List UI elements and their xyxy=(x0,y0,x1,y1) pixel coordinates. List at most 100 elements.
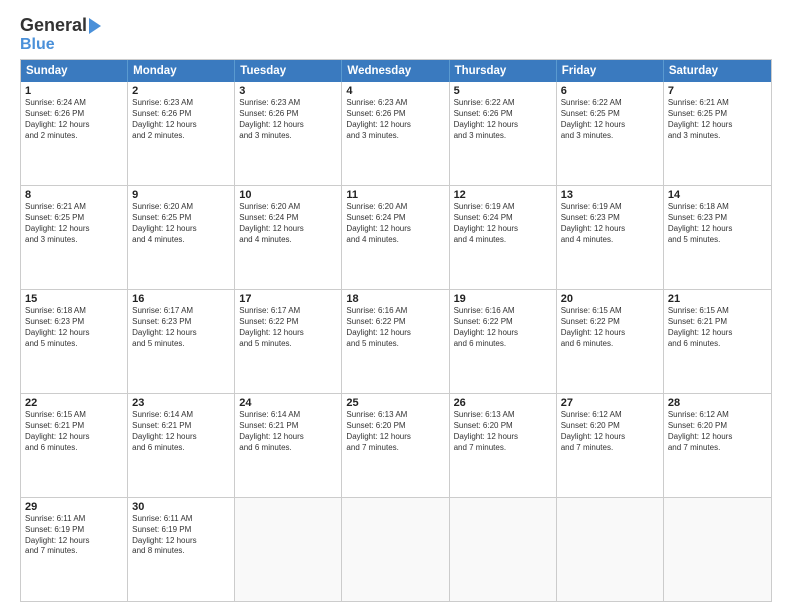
empty-cell xyxy=(557,498,664,601)
day-number: 3 xyxy=(239,85,337,97)
cell-line: Sunrise: 6:15 AM xyxy=(25,410,123,421)
day-cell-8: 8Sunrise: 6:21 AMSunset: 6:25 PMDaylight… xyxy=(21,186,128,289)
day-cell-17: 17Sunrise: 6:17 AMSunset: 6:22 PMDayligh… xyxy=(235,290,342,393)
cell-line: Sunrise: 6:15 AM xyxy=(561,306,659,317)
header: General Blue xyxy=(20,16,772,53)
cell-line: Daylight: 12 hours xyxy=(25,328,123,339)
day-cell-2: 2Sunrise: 6:23 AMSunset: 6:26 PMDaylight… xyxy=(128,82,235,185)
logo-general: General xyxy=(20,15,87,35)
cell-line: and 5 minutes. xyxy=(239,339,337,350)
cell-line: Sunset: 6:21 PM xyxy=(25,421,123,432)
day-cell-12: 12Sunrise: 6:19 AMSunset: 6:24 PMDayligh… xyxy=(450,186,557,289)
cell-line: Sunrise: 6:18 AM xyxy=(25,306,123,317)
cell-line: Sunset: 6:26 PM xyxy=(454,109,552,120)
day-number: 16 xyxy=(132,293,230,305)
cell-line: Daylight: 12 hours xyxy=(239,432,337,443)
header-cell-wednesday: Wednesday xyxy=(342,60,449,82)
cell-line: and 5 minutes. xyxy=(346,339,444,350)
cell-line: and 3 minutes. xyxy=(346,131,444,142)
day-cell-20: 20Sunrise: 6:15 AMSunset: 6:22 PMDayligh… xyxy=(557,290,664,393)
cell-line: Daylight: 12 hours xyxy=(668,120,767,131)
empty-cell xyxy=(235,498,342,601)
cell-line: Sunrise: 6:24 AM xyxy=(25,98,123,109)
calendar-header: SundayMondayTuesdayWednesdayThursdayFrid… xyxy=(21,60,771,82)
day-cell-3: 3Sunrise: 6:23 AMSunset: 6:26 PMDaylight… xyxy=(235,82,342,185)
cell-line: Sunrise: 6:16 AM xyxy=(346,306,444,317)
empty-cell xyxy=(664,498,771,601)
cell-line: Daylight: 12 hours xyxy=(239,120,337,131)
cell-line: Daylight: 12 hours xyxy=(346,328,444,339)
cell-line: Sunrise: 6:13 AM xyxy=(454,410,552,421)
header-cell-friday: Friday xyxy=(557,60,664,82)
day-cell-27: 27Sunrise: 6:12 AMSunset: 6:20 PMDayligh… xyxy=(557,394,664,497)
calendar: SundayMondayTuesdayWednesdayThursdayFrid… xyxy=(20,59,772,602)
cell-line: Daylight: 12 hours xyxy=(239,224,337,235)
cell-line: Daylight: 12 hours xyxy=(25,224,123,235)
cell-line: Sunrise: 6:15 AM xyxy=(668,306,767,317)
day-number: 29 xyxy=(25,501,123,513)
day-cell-1: 1Sunrise: 6:24 AMSunset: 6:26 PMDaylight… xyxy=(21,82,128,185)
cell-line: Sunset: 6:21 PM xyxy=(132,421,230,432)
cell-line: Sunset: 6:26 PM xyxy=(132,109,230,120)
day-number: 28 xyxy=(668,397,767,409)
day-cell-21: 21Sunrise: 6:15 AMSunset: 6:21 PMDayligh… xyxy=(664,290,771,393)
cell-line: Sunrise: 6:14 AM xyxy=(132,410,230,421)
cell-line: Sunset: 6:21 PM xyxy=(668,317,767,328)
cell-line: and 3 minutes. xyxy=(561,131,659,142)
cell-line: and 7 minutes. xyxy=(561,443,659,454)
cell-line: Sunset: 6:26 PM xyxy=(25,109,123,120)
cell-line: and 6 minutes. xyxy=(668,339,767,350)
day-number: 5 xyxy=(454,85,552,97)
cell-line: Daylight: 12 hours xyxy=(132,328,230,339)
logo-arrow-icon xyxy=(89,18,101,34)
day-cell-26: 26Sunrise: 6:13 AMSunset: 6:20 PMDayligh… xyxy=(450,394,557,497)
cell-line: Sunrise: 6:23 AM xyxy=(239,98,337,109)
day-cell-23: 23Sunrise: 6:14 AMSunset: 6:21 PMDayligh… xyxy=(128,394,235,497)
cell-line: Sunset: 6:23 PM xyxy=(25,317,123,328)
cell-line: Sunrise: 6:20 AM xyxy=(132,202,230,213)
day-number: 15 xyxy=(25,293,123,305)
calendar-row-4: 22Sunrise: 6:15 AMSunset: 6:21 PMDayligh… xyxy=(21,393,771,497)
day-number: 7 xyxy=(668,85,767,97)
cell-line: Sunset: 6:24 PM xyxy=(454,213,552,224)
cell-line: Sunset: 6:23 PM xyxy=(668,213,767,224)
cell-line: Sunset: 6:24 PM xyxy=(239,213,337,224)
cell-line: and 4 minutes. xyxy=(454,235,552,246)
cell-line: Daylight: 12 hours xyxy=(454,328,552,339)
day-cell-7: 7Sunrise: 6:21 AMSunset: 6:25 PMDaylight… xyxy=(664,82,771,185)
cell-line: Daylight: 12 hours xyxy=(132,536,230,547)
header-cell-monday: Monday xyxy=(128,60,235,82)
day-number: 23 xyxy=(132,397,230,409)
calendar-row-1: 1Sunrise: 6:24 AMSunset: 6:26 PMDaylight… xyxy=(21,82,771,185)
cell-line: and 4 minutes. xyxy=(346,235,444,246)
cell-line: and 5 minutes. xyxy=(132,339,230,350)
page: General Blue SundayMondayTuesdayWednesda… xyxy=(0,0,792,612)
cell-line: Daylight: 12 hours xyxy=(561,432,659,443)
calendar-body: 1Sunrise: 6:24 AMSunset: 6:26 PMDaylight… xyxy=(21,82,771,601)
cell-line: Sunset: 6:22 PM xyxy=(454,317,552,328)
cell-line: Daylight: 12 hours xyxy=(25,120,123,131)
logo-blue: Blue xyxy=(20,36,55,54)
day-number: 26 xyxy=(454,397,552,409)
cell-line: Sunrise: 6:22 AM xyxy=(561,98,659,109)
cell-line: and 2 minutes. xyxy=(132,131,230,142)
cell-line: Sunset: 6:19 PM xyxy=(132,525,230,536)
cell-line: Sunset: 6:21 PM xyxy=(239,421,337,432)
cell-line: Sunrise: 6:12 AM xyxy=(561,410,659,421)
cell-line: Sunrise: 6:11 AM xyxy=(132,514,230,525)
day-cell-9: 9Sunrise: 6:20 AMSunset: 6:25 PMDaylight… xyxy=(128,186,235,289)
day-number: 30 xyxy=(132,501,230,513)
cell-line: Sunset: 6:20 PM xyxy=(668,421,767,432)
cell-line: Daylight: 12 hours xyxy=(454,432,552,443)
cell-line: Sunset: 6:23 PM xyxy=(132,317,230,328)
cell-line: and 3 minutes. xyxy=(454,131,552,142)
cell-line: Sunrise: 6:22 AM xyxy=(454,98,552,109)
day-cell-24: 24Sunrise: 6:14 AMSunset: 6:21 PMDayligh… xyxy=(235,394,342,497)
day-cell-14: 14Sunrise: 6:18 AMSunset: 6:23 PMDayligh… xyxy=(664,186,771,289)
cell-line: Sunrise: 6:19 AM xyxy=(454,202,552,213)
cell-line: Sunrise: 6:17 AM xyxy=(239,306,337,317)
cell-line: Sunset: 6:26 PM xyxy=(239,109,337,120)
logo-text: General xyxy=(20,16,87,36)
cell-line: and 3 minutes. xyxy=(25,235,123,246)
day-number: 6 xyxy=(561,85,659,97)
